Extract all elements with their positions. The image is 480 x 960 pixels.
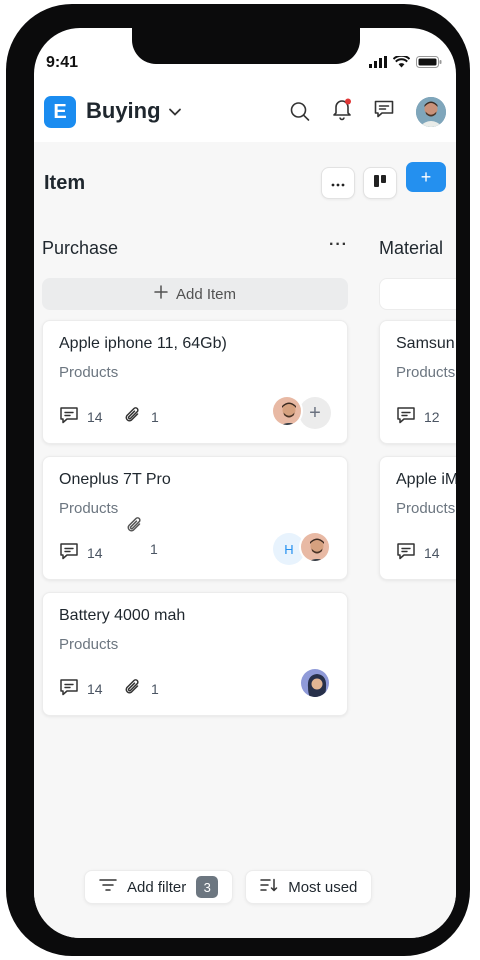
paperclip-icon — [123, 405, 143, 428]
sort-label: Most used — [288, 878, 358, 896]
comment-icon — [396, 541, 416, 564]
comment-count: 14 — [87, 544, 103, 561]
comment-icon — [59, 541, 79, 564]
page-title: Item — [44, 172, 86, 194]
card-title: Apple iphone 11, 64Gb) — [59, 335, 227, 352]
chat-icon[interactable] — [373, 98, 395, 125]
sort-icon — [260, 878, 278, 896]
card-comments: 14 — [59, 541, 103, 564]
card-subtitle: Products — [396, 500, 456, 517]
add-item-label: Add Item — [175, 285, 237, 303]
comment-count: 14 — [87, 408, 103, 425]
notification-bell-icon[interactable] — [331, 97, 353, 126]
card-title: Apple iM — [396, 471, 456, 488]
card-comments: 14 — [59, 405, 103, 428]
add-filter-button[interactable]: Add filter 3 — [84, 870, 234, 904]
phone-frame: 9:41 E Buying Item + Purchase ··· Add It… — [6, 4, 470, 956]
app-logo[interactable]: E — [44, 96, 76, 128]
comment-count: 12 — [424, 408, 440, 425]
device-notch — [132, 28, 360, 64]
battery-icon — [416, 55, 442, 73]
kanban-card[interactable]: Apple iphone 11, 64Gb) Products 14 1 + — [42, 320, 348, 444]
comment-count: 14 — [87, 680, 103, 697]
card-title: Oneplus 7T Pro — [59, 471, 171, 488]
comment-icon — [396, 405, 416, 428]
attachment-count: 1 — [151, 408, 159, 425]
add-item-button[interactable]: Add Item — [42, 278, 348, 310]
add-filter-label: Add filter — [127, 878, 187, 896]
paperclip-icon — [123, 677, 143, 700]
card-title: Battery 4000 mah — [59, 607, 186, 624]
column-title: Purchase — [42, 238, 119, 258]
assignee-avatar[interactable] — [299, 531, 331, 563]
attachment-count: 1 — [150, 541, 158, 557]
assignee-avatar[interactable] — [299, 667, 331, 699]
kanban-card[interactable]: Apple iM Products 14 — [379, 456, 456, 580]
plus-icon — [154, 285, 168, 303]
column-more-button[interactable]: ··· — [329, 236, 348, 254]
card-attachments: 1 — [123, 405, 159, 428]
add-assignee-button[interactable]: + — [299, 397, 331, 429]
card-comments: 12 — [396, 405, 440, 428]
card-title: Samsun — [396, 335, 455, 352]
kanban-card[interactable]: Oneplus 7T Pro Products 14 1 H — [42, 456, 348, 580]
kanban-card[interactable]: Battery 4000 mah Products 14 1 — [42, 592, 348, 716]
assignee-avatar[interactable] — [271, 395, 303, 427]
card-subtitle: Products — [396, 364, 456, 381]
add-item-button[interactable] — [379, 278, 456, 310]
more-horizontal-icon — [330, 174, 346, 192]
status-time: 9:41 — [46, 54, 79, 71]
app-screen: 9:41 E Buying Item + Purchase ··· Add It… — [34, 28, 456, 938]
card-subtitle: Products — [59, 364, 119, 381]
paperclip-icon — [125, 515, 145, 540]
app-switcher-title[interactable]: Buying — [86, 98, 161, 124]
bottom-action-bar: Add filter 3 Most used — [84, 870, 373, 904]
add-new-button[interactable]: + — [406, 162, 446, 192]
card-comments: 14 — [396, 541, 440, 564]
attachment-count: 1 — [151, 680, 159, 697]
card-comments: 14 — [59, 677, 103, 700]
card-attachments: 1 — [150, 541, 158, 557]
kanban-icon — [373, 174, 387, 193]
comment-icon — [59, 677, 79, 700]
app-header: E Buying — [34, 84, 456, 142]
status-icons — [369, 54, 442, 73]
card-subtitle: Products — [59, 500, 119, 517]
card-subtitle: Products — [59, 636, 119, 653]
comment-count: 14 — [424, 544, 440, 561]
kanban-card[interactable]: Samsun Products 12 — [379, 320, 456, 444]
signal-icon — [369, 55, 387, 73]
search-icon[interactable] — [289, 100, 311, 127]
chevron-down-icon[interactable] — [168, 104, 182, 122]
comment-icon — [59, 405, 79, 428]
more-options-button[interactable] — [321, 167, 355, 199]
wifi-icon — [392, 54, 411, 73]
filter-icon — [99, 878, 117, 896]
filter-count-badge: 3 — [196, 876, 219, 898]
column-title: Material — [379, 238, 444, 258]
board-view-button[interactable] — [363, 167, 397, 199]
card-attachments: 1 — [123, 677, 159, 700]
user-avatar[interactable] — [416, 97, 446, 127]
sort-button[interactable]: Most used — [245, 870, 373, 904]
board-view: Item + Purchase ··· Add Item Apple iphon… — [34, 142, 456, 938]
